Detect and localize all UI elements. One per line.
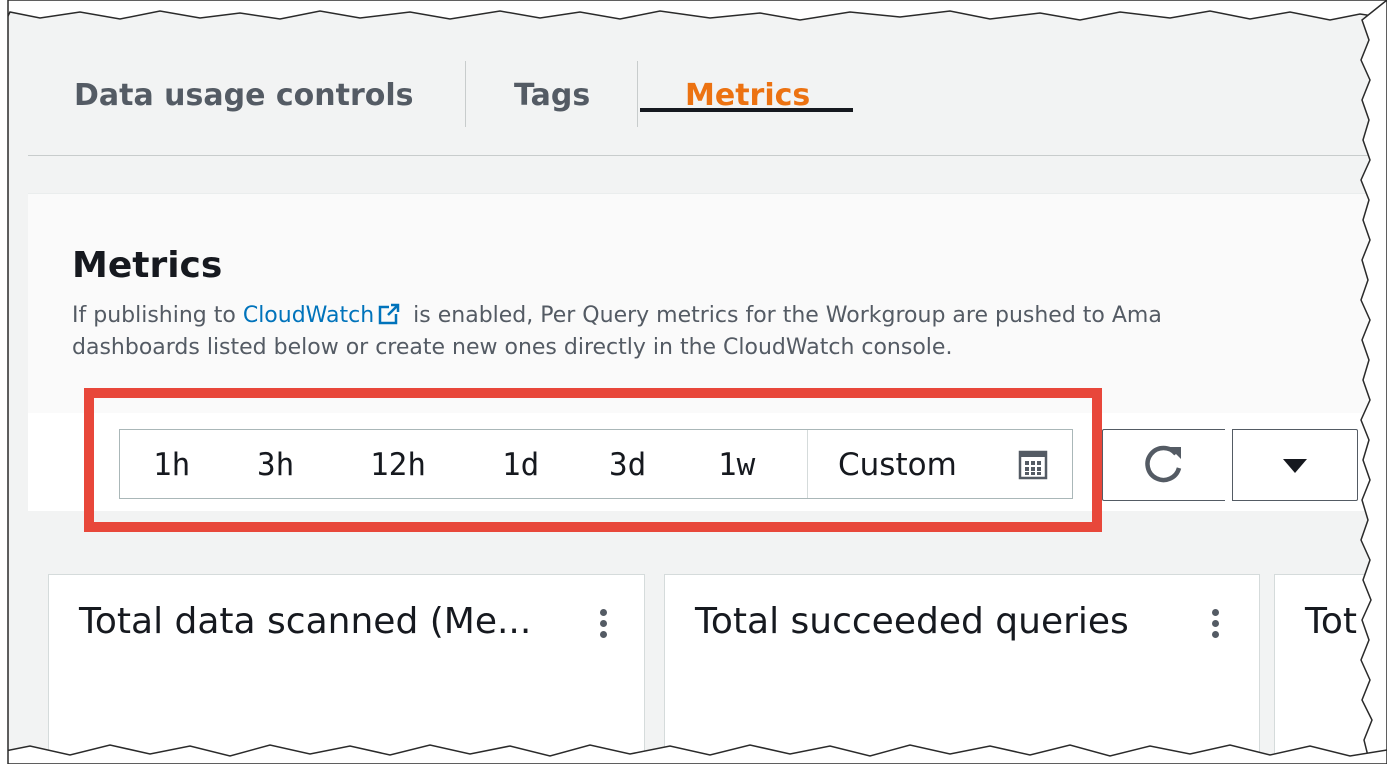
metrics-panel: Metrics If publishing to CloudWatch is e… [28, 193, 1373, 414]
highlight-box [84, 388, 1102, 532]
screenshot-frame: Data usage controls Tags Metrics Metrics… [0, 0, 1387, 764]
widget-title: Tot [1305, 601, 1358, 642]
workgroup-tabs: Data usage controls Tags Metrics [28, 45, 1368, 156]
metric-widget: Tot [1274, 574, 1387, 764]
vertical-ellipsis-icon[interactable] [1209, 609, 1221, 645]
description-text: If publishing to [72, 303, 243, 328]
tab-tags[interactable]: Tags [514, 45, 590, 145]
external-link-icon[interactable] [378, 303, 400, 325]
widget-title: Total succeeded queries [695, 601, 1129, 642]
tab-data-usage-controls[interactable]: Data usage controls [74, 45, 414, 145]
tab-metrics[interactable]: Metrics [685, 45, 810, 145]
refresh-options-dropdown[interactable] [1232, 429, 1358, 501]
description-text: dashboards listed below or create new on… [72, 335, 953, 360]
widget-title: Total data scanned (Me... [79, 601, 532, 642]
refresh-button[interactable] [1102, 429, 1225, 501]
tab-divider [637, 61, 638, 127]
panel-title: Metrics [72, 245, 223, 286]
vertical-ellipsis-icon[interactable] [597, 609, 609, 645]
description-text: is enabled, Per Query metrics for the Wo… [406, 303, 1162, 328]
caret-down-icon [1283, 459, 1307, 473]
panel-description: If publishing to CloudWatch is enabled, … [72, 300, 1387, 364]
active-tab-indicator [640, 108, 853, 112]
refresh-icon [1145, 445, 1182, 483]
cloudwatch-link[interactable]: CloudWatch [243, 303, 374, 328]
metric-widget: Total data scanned (Me... [48, 574, 645, 764]
console-page: Data usage controls Tags Metrics Metrics… [0, 0, 1387, 764]
metric-widget: Total succeeded queries [664, 574, 1260, 764]
tab-divider [465, 61, 466, 127]
